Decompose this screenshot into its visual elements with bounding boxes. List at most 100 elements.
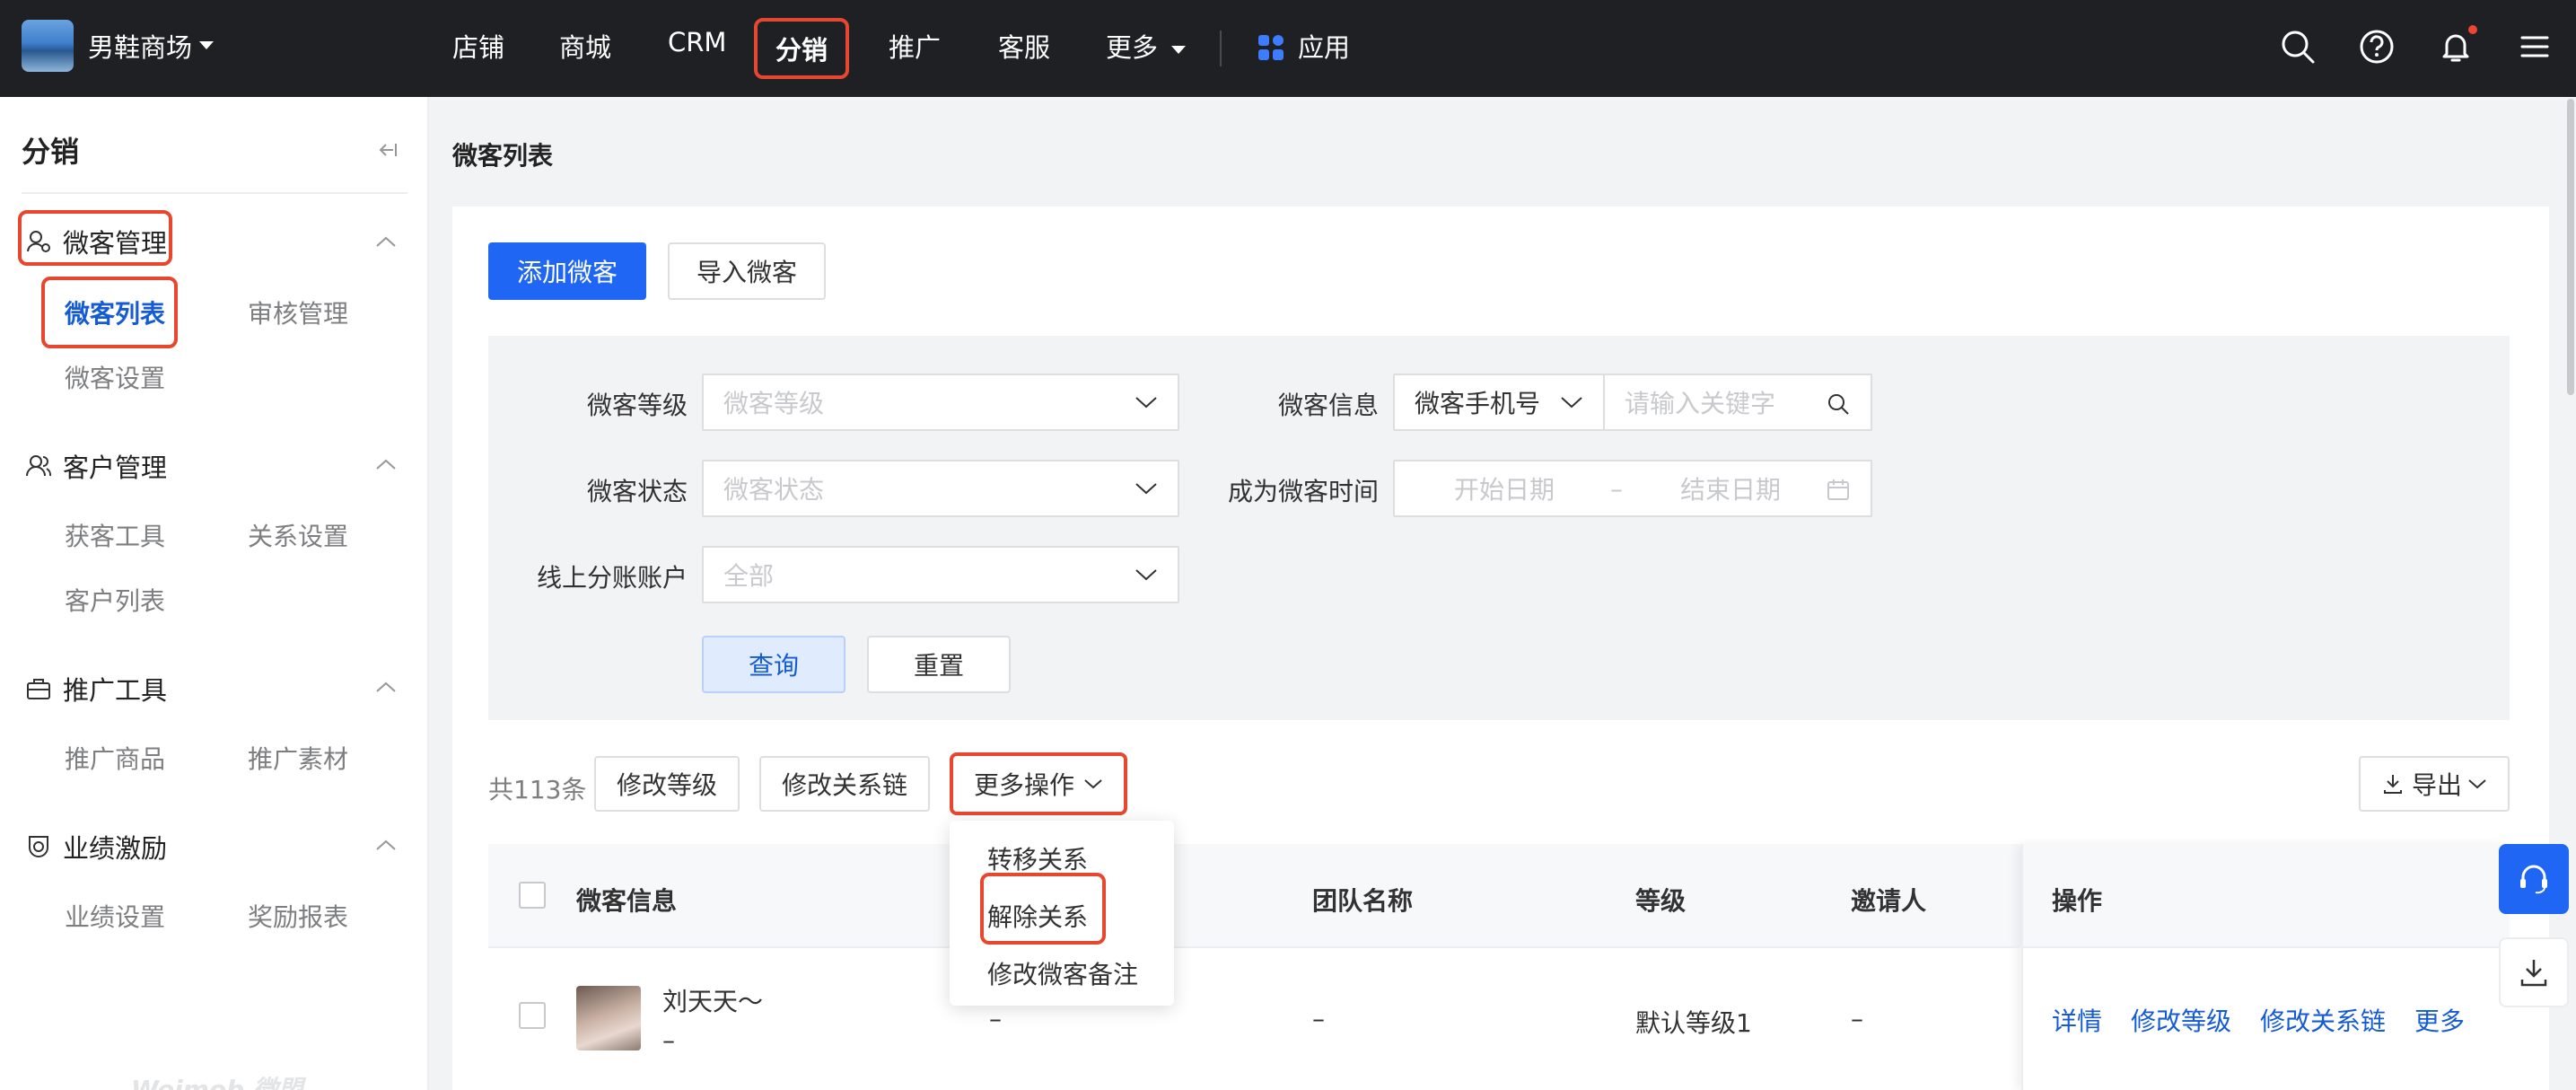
date-separator: – bbox=[1610, 473, 1623, 504]
menu-item-edit-remark[interactable]: 修改微客备注 bbox=[987, 955, 1138, 991]
more-operations-button[interactable]: 更多操作 bbox=[950, 752, 1127, 815]
level-select[interactable]: 微客等级 bbox=[702, 374, 1179, 431]
reset-button[interactable]: 重置 bbox=[867, 636, 1011, 693]
chevron-up-icon[interactable] bbox=[373, 456, 399, 472]
download-icon bbox=[2383, 775, 2402, 794]
sidebar-item-customer-list[interactable]: 客户列表 bbox=[65, 582, 165, 618]
top-navigation-bar: 男鞋商场 店铺 商城 CRM 分销 推广 客服 更多 应用 bbox=[0, 0, 2576, 97]
modify-chain-link[interactable]: 修改关系链 bbox=[2260, 1002, 2386, 1038]
calendar-icon bbox=[1827, 479, 1849, 500]
nav-distribution-label: 分销 bbox=[775, 35, 828, 66]
help-icon[interactable] bbox=[2357, 27, 2396, 66]
shop-logo[interactable] bbox=[22, 20, 74, 72]
import-weike-button[interactable]: 导入微客 bbox=[668, 242, 826, 300]
sidebar-item-acquisition-tools[interactable]: 获客工具 bbox=[65, 517, 165, 553]
sidebar-item-performance-settings[interactable]: 业绩设置 bbox=[65, 898, 165, 934]
status-select-placeholder: 微客状态 bbox=[723, 475, 825, 505]
account-filter-label: 线上分账账户 bbox=[537, 563, 688, 593]
sidebar-item-promo-materials[interactable]: 推广素材 bbox=[248, 740, 348, 776]
sidebar-item-relation-settings[interactable]: 关系设置 bbox=[248, 517, 348, 553]
chevron-up-icon[interactable] bbox=[373, 233, 399, 250]
headset-icon bbox=[2520, 865, 2547, 894]
shop-name[interactable]: 男鞋商场 bbox=[88, 27, 192, 65]
keyword-search-input[interactable]: 请输入关键字 bbox=[1603, 374, 1872, 431]
nav-mall[interactable]: 商城 bbox=[559, 27, 611, 65]
row-level: 默认等级1 bbox=[1635, 1008, 1752, 1038]
customer-icon bbox=[26, 455, 52, 477]
modify-chain-button[interactable]: 修改关系链 bbox=[759, 756, 930, 812]
sidebar-group-label: 业绩激励 bbox=[63, 833, 168, 864]
sidebar-group-label: 微客管理 bbox=[63, 228, 168, 259]
select-all-checkbox[interactable] bbox=[519, 882, 546, 909]
weike-sub-info: – bbox=[662, 1025, 675, 1055]
menu-item-transfer-relation[interactable]: 转移关系 bbox=[987, 840, 1088, 876]
status-select[interactable]: 微客状态 bbox=[702, 460, 1179, 517]
chevron-down-icon bbox=[1561, 397, 1582, 409]
weike-name: 刘天天～ bbox=[662, 987, 764, 1016]
row-team-name: – bbox=[1312, 1004, 1325, 1033]
menu-item-remove-relation[interactable]: 解除关系 bbox=[987, 898, 1088, 934]
nav-crm[interactable]: CRM bbox=[668, 27, 726, 57]
more-link[interactable]: 更多 bbox=[2414, 1002, 2465, 1038]
customer-service-button[interactable] bbox=[2499, 844, 2569, 914]
sidebar-group-performance-incentive[interactable]: 业绩激励 bbox=[25, 828, 167, 866]
row-checkbox[interactable] bbox=[519, 1002, 546, 1029]
start-date-placeholder[interactable]: 开始日期 bbox=[1454, 470, 1555, 506]
shop-switch-caret-icon[interactable] bbox=[199, 41, 214, 49]
download-float-button[interactable] bbox=[2499, 937, 2569, 1007]
nav-service[interactable]: 客服 bbox=[998, 27, 1050, 65]
end-date-placeholder[interactable]: 结束日期 bbox=[1680, 470, 1781, 506]
users-manage-icon bbox=[27, 231, 50, 252]
weimob-watermark: Weimob 微盟 bbox=[131, 1075, 303, 1090]
info-type-select[interactable]: 微客手机号 bbox=[1393, 374, 1605, 431]
query-button[interactable]: 查询 bbox=[702, 636, 846, 693]
menu-icon[interactable] bbox=[2515, 27, 2554, 66]
date-range-picker[interactable]: 开始日期 – 结束日期 bbox=[1393, 460, 1872, 517]
nav-promotion[interactable]: 推广 bbox=[889, 27, 941, 65]
search-icon[interactable] bbox=[2278, 27, 2318, 66]
page-scrollbar[interactable] bbox=[2567, 99, 2574, 395]
nav-store[interactable]: 店铺 bbox=[452, 27, 504, 65]
column-operations: 操作 bbox=[2052, 886, 2103, 916]
nav-more-caret-icon bbox=[1171, 45, 1187, 54]
sidebar-item-weike-list[interactable]: 微客列表 bbox=[65, 294, 165, 330]
row-inviter: – bbox=[1851, 1004, 1863, 1033]
account-select-value: 全部 bbox=[723, 561, 775, 591]
sidebar-item-review[interactable]: 审核管理 bbox=[248, 294, 348, 330]
time-filter-label: 成为微客时间 bbox=[1228, 477, 1380, 506]
nav-distribution[interactable]: 分销 bbox=[754, 18, 849, 79]
sidebar-group-customer-management[interactable]: 客户管理 bbox=[25, 447, 167, 485]
chevron-down-icon bbox=[1084, 779, 1102, 789]
export-button[interactable]: 导出 bbox=[2359, 756, 2510, 812]
nav-more[interactable]: 更多 bbox=[1106, 27, 1187, 65]
sidebar: 分销 微客管理 微客列表 审核管理 微客设置 客户管理 获客工具 关系设置 客户… bbox=[0, 97, 429, 1090]
keyword-placeholder: 请输入关键字 bbox=[1625, 389, 1776, 418]
chevron-up-icon[interactable] bbox=[373, 679, 399, 695]
nav-apps[interactable]: 应用 bbox=[1298, 27, 1350, 65]
apps-grid-icon[interactable] bbox=[1258, 35, 1284, 60]
toolbox-icon bbox=[27, 679, 50, 699]
add-weike-button[interactable]: 添加微客 bbox=[488, 242, 646, 300]
modify-level-link[interactable]: 修改等级 bbox=[2131, 1002, 2231, 1038]
search-icon[interactable] bbox=[1826, 391, 1851, 417]
modify-level-button[interactable]: 修改等级 bbox=[594, 756, 740, 812]
detail-link[interactable]: 详情 bbox=[2052, 1002, 2102, 1038]
row-divider bbox=[488, 946, 2510, 948]
more-operations-menu: 转移关系 解除关系 修改微客备注 bbox=[950, 821, 1174, 1006]
chevron-up-icon[interactable] bbox=[373, 837, 399, 853]
collapse-sidebar-icon[interactable] bbox=[373, 136, 400, 163]
sidebar-group-label: 推广工具 bbox=[63, 675, 168, 706]
more-operations-label: 更多操作 bbox=[973, 770, 1074, 800]
level-select-placeholder: 微客等级 bbox=[723, 389, 825, 418]
column-team-name: 团队名称 bbox=[1312, 886, 1414, 916]
status-filter-label: 微客状态 bbox=[587, 477, 688, 506]
sidebar-group-weike-management[interactable]: 微客管理 bbox=[25, 223, 167, 260]
column-level: 等级 bbox=[1635, 886, 1687, 916]
account-select[interactable]: 全部 bbox=[702, 546, 1179, 603]
level-filter-label: 微客等级 bbox=[587, 391, 688, 420]
sidebar-item-weike-settings[interactable]: 微客设置 bbox=[65, 359, 165, 395]
sidebar-item-promo-products[interactable]: 推广商品 bbox=[65, 740, 165, 776]
sidebar-group-promotion-tools[interactable]: 推广工具 bbox=[25, 670, 167, 708]
sidebar-item-reward-report[interactable]: 奖励报表 bbox=[248, 898, 348, 934]
info-filter-label: 微客信息 bbox=[1278, 391, 1380, 420]
